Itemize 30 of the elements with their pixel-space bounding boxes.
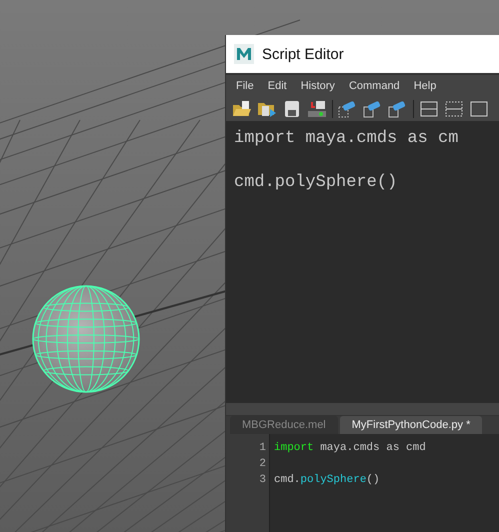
menu-item[interactable]: History [294, 80, 341, 92]
code-editor[interactable]: import maya.cmds as cmd cmd.polySphere() [270, 434, 499, 532]
layout-icon[interactable] [419, 100, 439, 118]
menu-item[interactable]: Command [342, 80, 406, 92]
save-icon[interactable] [282, 100, 302, 118]
eraser-icon[interactable] [338, 100, 358, 118]
layout-icon[interactable] [469, 100, 489, 118]
save-to-shelf-icon[interactable] [307, 100, 327, 118]
line-number: 2 [259, 457, 266, 472]
code-text: cmd.polySphere() [234, 173, 398, 192]
code-token: () [366, 474, 380, 486]
code-token: import [274, 442, 314, 454]
app-logo-icon [234, 44, 254, 64]
window-title: Script Editor [262, 46, 344, 62]
editor-tab[interactable]: MBGReduce.mel [230, 416, 338, 434]
code-token: polySphere [300, 474, 366, 486]
layout-icon[interactable] [444, 100, 464, 118]
code-token: cmd. [274, 474, 300, 486]
eraser-icon[interactable] [363, 100, 383, 118]
eraser-icon[interactable] [388, 100, 408, 118]
menu-item[interactable]: Edit [262, 80, 293, 92]
code-text: import maya.cmds as cm [234, 129, 458, 148]
editor-tab[interactable]: MyFirstPythonCode.py * [340, 416, 482, 434]
code-token: maya.cmds as cmd [319, 442, 426, 454]
line-number: 3 [259, 473, 266, 488]
menu-item[interactable]: File [230, 80, 260, 92]
menu-item[interactable]: Help [408, 80, 442, 92]
open-folder-icon[interactable] [232, 100, 252, 118]
folder-play-icon[interactable] [257, 100, 277, 118]
line-number: 1 [259, 441, 266, 456]
